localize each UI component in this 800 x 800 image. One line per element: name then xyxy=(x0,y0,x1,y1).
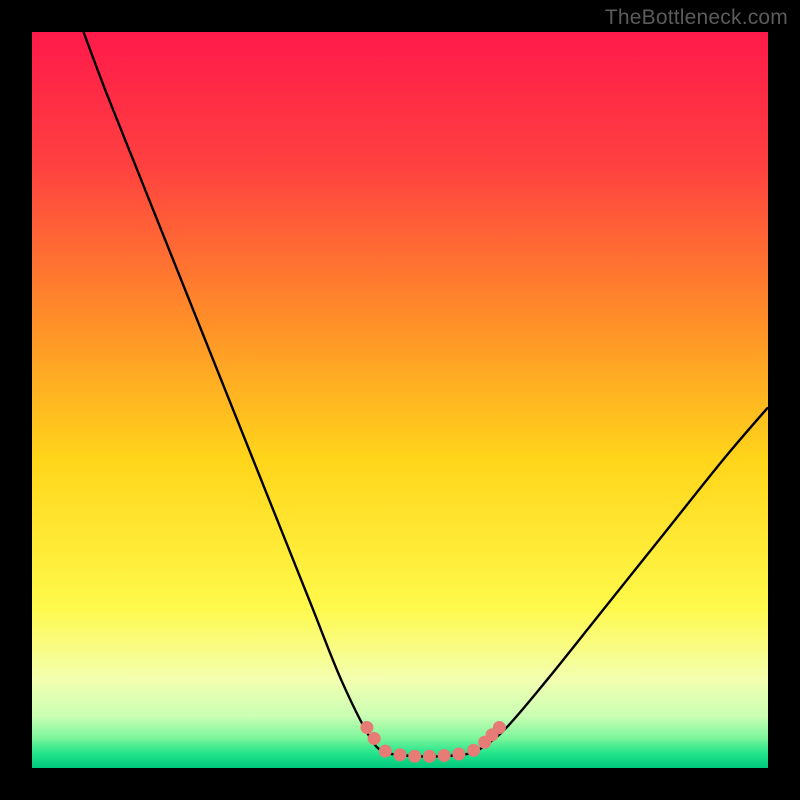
marker-dot xyxy=(408,750,421,763)
marker-dot xyxy=(360,721,373,734)
plot-area xyxy=(32,32,768,768)
app-frame: TheBottleneck.com xyxy=(0,0,800,800)
watermark-text: TheBottleneck.com xyxy=(605,6,788,30)
marker-dot xyxy=(423,750,436,763)
marker-dot xyxy=(368,732,381,745)
marker-dot xyxy=(394,748,407,761)
marker-dot xyxy=(452,748,465,761)
marker-dot xyxy=(467,744,480,757)
marker-dot xyxy=(379,745,392,758)
chart-svg xyxy=(32,32,768,768)
marker-dot xyxy=(438,749,451,762)
marker-dot xyxy=(493,721,506,734)
gradient-background xyxy=(32,32,768,768)
